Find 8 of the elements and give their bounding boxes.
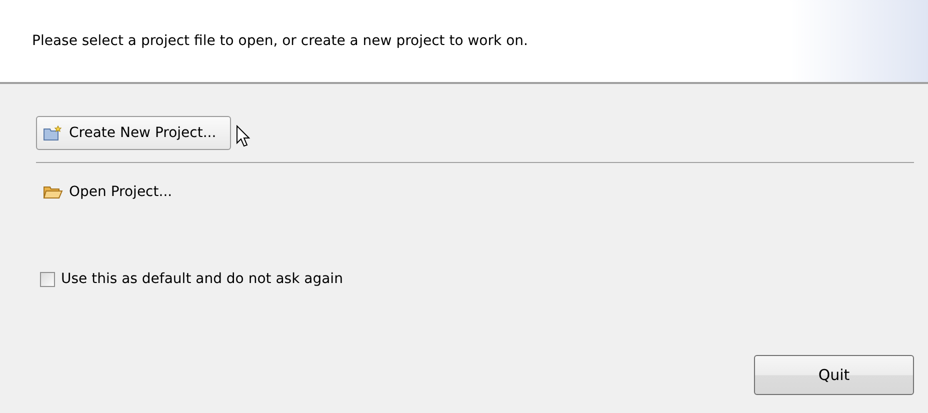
folder-icon — [43, 184, 63, 200]
checkbox[interactable] — [40, 272, 55, 286]
checkbox-label: Use this as default and do not ask again — [61, 271, 343, 287]
new-project-icon — [43, 125, 63, 141]
open-project-button[interactable]: Open Project... — [36, 175, 188, 209]
instruction-text: Please select a project file to open, or create a new project to work on. — [32, 33, 528, 49]
quit-button[interactable]: Quit — [754, 355, 914, 395]
mouse-pointer-icon — [236, 125, 250, 147]
